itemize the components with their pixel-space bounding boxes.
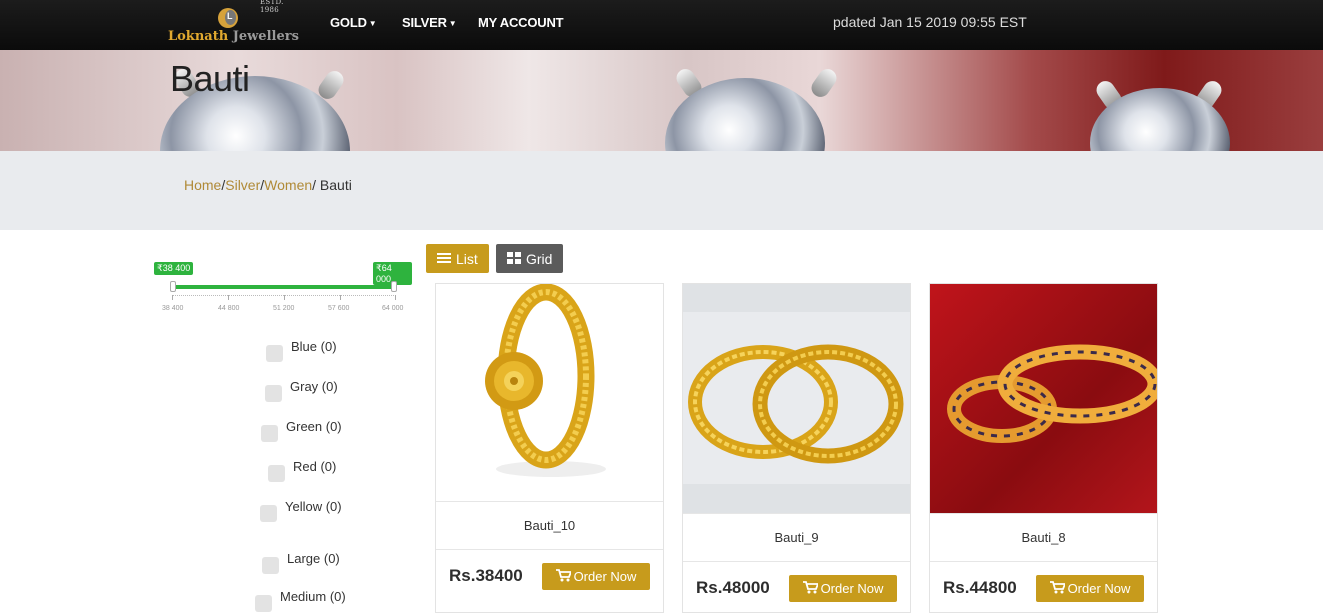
nav-my-account-label: MY ACCOUNT [478, 15, 564, 30]
scale-tick [172, 295, 173, 300]
filter-green[interactable]: Green (0) [261, 418, 342, 442]
product-image[interactable] [683, 284, 910, 513]
price-min-handle[interactable] [170, 281, 176, 292]
list-view-label: List [456, 250, 478, 267]
breadcrumb: Home/Silver/Women/ Bauti [184, 177, 352, 193]
breadcrumb-women[interactable]: Women [264, 177, 312, 193]
product-price: Rs.48000 [696, 578, 770, 597]
product-card[interactable]: Bauti_9 Rs.48000 Order Now [682, 283, 911, 613]
logo-estd-text: ESTD. 1986 [260, 0, 284, 14]
page-title: Bauti [170, 58, 250, 99]
product-name[interactable]: Bauti_9 [683, 530, 910, 545]
order-now-button[interactable]: Order Now [789, 575, 897, 602]
filter-large[interactable]: Large (0) [262, 550, 340, 574]
list-view-button[interactable]: List [426, 244, 489, 273]
product-name[interactable]: Bauti_8 [930, 530, 1157, 545]
price-min-tag: ₹38 400 [154, 262, 194, 275]
cart-icon [555, 568, 572, 585]
filter-label: Gray (0) [290, 379, 338, 394]
filter-medium[interactable]: Medium (0) [255, 588, 346, 612]
scale-label: 44 800 [218, 305, 240, 312]
checkbox[interactable] [261, 425, 278, 442]
checkbox[interactable] [268, 465, 285, 482]
list-icon [437, 251, 451, 267]
scale-tick [228, 295, 229, 300]
filter-label: Red (0) [293, 459, 337, 474]
price-max-handle[interactable] [391, 281, 397, 292]
logo-mark-icon [218, 8, 238, 28]
cart-icon [802, 580, 819, 597]
product-image[interactable] [930, 284, 1157, 513]
order-now-label: Order Now [573, 569, 637, 584]
filter-red[interactable]: Red (0) [268, 458, 337, 482]
price-range-slider[interactable]: ₹38 400 ₹64 000 38 400 44 800 51 200 57 … [152, 262, 412, 322]
divider [930, 513, 1157, 514]
price-update-ticker: pdated Jan 15 2019 09:55 EST [833, 14, 1027, 30]
divider [683, 513, 910, 514]
chevron-down-icon: ▼ [368, 19, 377, 28]
divider [436, 549, 663, 550]
logo-name: Loknath Jewellers [168, 29, 299, 44]
scale-tick [284, 295, 285, 300]
brand-logo[interactable]: ESTD. 1986 Loknath Jewellers [168, 0, 299, 48]
grid-icon [507, 251, 521, 267]
scale-label: 64 000 [382, 305, 404, 312]
filter-label: Green (0) [286, 419, 342, 434]
top-navbar: ESTD. 1986 Loknath Jewellers GOLD▼ SILVE… [0, 0, 1323, 50]
divider [930, 561, 1157, 562]
grid-view-label: Grid [526, 250, 553, 267]
product-price: Rs.38400 [449, 566, 523, 585]
chevron-down-icon: ▼ [448, 19, 457, 28]
price-range-track[interactable] [172, 285, 396, 289]
order-now-button[interactable]: Order Now [1036, 575, 1144, 602]
product-card[interactable]: Bauti_8 Rs.44800 Order Now [929, 283, 1158, 613]
grid-view-button[interactable]: Grid [496, 244, 564, 273]
divider [436, 501, 663, 502]
scale-tick [395, 295, 396, 300]
checkbox[interactable] [262, 557, 279, 574]
scale-label: 51 200 [273, 305, 295, 312]
scale-label: 57 600 [328, 305, 350, 312]
breadcrumb-home[interactable]: Home [184, 177, 221, 193]
price-scale-ticks [172, 295, 396, 301]
checkbox[interactable] [265, 385, 282, 402]
product-card[interactable]: Bauti_10 Rs.38400 Order Now [435, 283, 664, 613]
checkbox[interactable] [260, 505, 277, 522]
page-banner: Bauti [0, 50, 1323, 151]
filter-label: Yellow (0) [285, 499, 342, 514]
scale-tick [340, 295, 341, 300]
breadcrumb-bar: Home/Silver/Women/ Bauti [0, 151, 1323, 230]
filter-label: Large (0) [287, 551, 340, 566]
order-now-label: Order Now [1067, 581, 1131, 596]
filter-label: Blue (0) [291, 339, 337, 354]
nav-gold-label: GOLD [330, 15, 367, 30]
breadcrumb-current: Bauti [316, 177, 352, 193]
product-name[interactable]: Bauti_10 [436, 518, 663, 533]
order-now-label: Order Now [820, 581, 884, 596]
checkbox[interactable] [255, 595, 272, 612]
cart-icon [1049, 580, 1066, 597]
filter-blue[interactable]: Blue (0) [266, 338, 337, 362]
breadcrumb-silver[interactable]: Silver [225, 177, 260, 193]
filter-gray[interactable]: Gray (0) [265, 378, 338, 402]
product-price: Rs.44800 [943, 578, 1017, 597]
order-now-button[interactable]: Order Now [542, 563, 650, 590]
divider [683, 561, 910, 562]
nav-silver[interactable]: SILVER ▼ [402, 15, 457, 30]
logo-name-first: Loknath [168, 29, 229, 44]
nav-my-account[interactable]: MY ACCOUNT [478, 15, 564, 30]
scale-label: 38 400 [162, 305, 184, 312]
nav-silver-label: SILVER [402, 15, 447, 30]
nav-gold[interactable]: GOLD ▼ [330, 15, 377, 30]
ring-prong [808, 65, 840, 101]
filter-yellow[interactable]: Yellow (0) [260, 498, 342, 522]
logo-name-second: Jewellers [232, 29, 299, 44]
product-image[interactable] [436, 284, 663, 501]
checkbox[interactable] [266, 345, 283, 362]
